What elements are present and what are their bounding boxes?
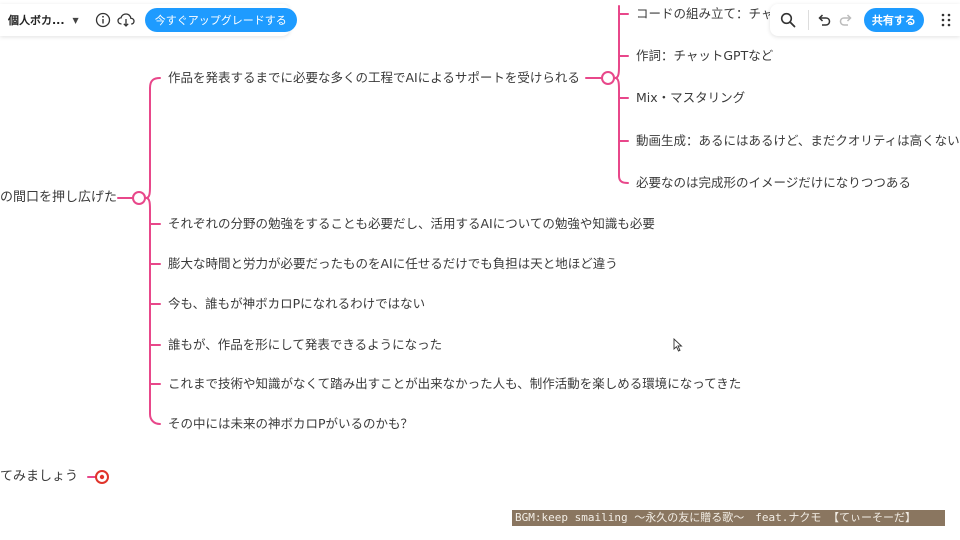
cloud-download-icon[interactable]	[117, 11, 135, 29]
toolbar-right: 共有する	[770, 4, 960, 36]
info-icon[interactable]	[95, 11, 111, 29]
grip-icon[interactable]	[938, 11, 954, 29]
node-branch-ai-support[interactable]: 作品を発表するまでに必要な多くの工程でAIによるサポートを受けられる	[168, 70, 580, 86]
node-sub-item[interactable]: コードの組み立て：チャ	[636, 6, 773, 22]
node-sub-item[interactable]: 作詞：チャットGPTなど	[636, 48, 773, 64]
bgm-credit-caption: BGM:keep smailing ～永久の友に贈る歌～ feat.ナクモ 【て…	[512, 510, 945, 526]
node-sub-item[interactable]: Mix・マスタリング	[636, 90, 745, 106]
upgrade-button[interactable]: 今すぐアップグレードする	[144, 8, 297, 32]
node-point[interactable]: その中には未来の神ボカロPがいるのかも？	[168, 416, 413, 432]
mouse-cursor-icon	[673, 338, 683, 352]
branch-node-ai-support	[601, 71, 615, 85]
share-button[interactable]: 共有する	[864, 8, 924, 32]
toolbar-left: 個人ボカ... ▼ 今すぐアップグレードする	[0, 4, 297, 36]
node-point[interactable]: これまで技術や知識がなくて踏み出すことが出来なかった人も、制作活動を楽しめる環境…	[168, 376, 741, 392]
node-point[interactable]: 誰もが、作品を形にして発表できるようになった	[168, 337, 442, 353]
node-point[interactable]: それぞれの分野の勉強をすることも必要だし、活用するAIについての勉強や知識も必要	[168, 216, 655, 232]
redo-icon[interactable]	[838, 11, 854, 29]
branch-node-root	[132, 191, 146, 205]
undo-icon[interactable]	[815, 11, 831, 29]
node-sub-item[interactable]: 動画生成：あるにはあるけど、まだクオリティは高くない	[636, 133, 960, 149]
toolbar-divider	[808, 10, 810, 30]
node-point[interactable]: 膨大な時間と労力が必要だったものをAIに任せるだけでも負担は天と地ほど違う	[168, 256, 618, 272]
search-icon[interactable]	[780, 11, 796, 29]
node-point[interactable]: 今も、誰もが神ボカロPになれるわけではない	[168, 296, 425, 312]
node-sibling-fragment[interactable]: てみましょう	[0, 469, 78, 485]
document-title[interactable]: 個人ボカ...	[8, 12, 65, 28]
chevron-down-icon[interactable]: ▼	[73, 16, 79, 25]
node-sub-item[interactable]: 必要なのは完成形のイメージだけになりつつある	[636, 175, 911, 191]
node-parent-fragment[interactable]: の間口を押し広げた	[0, 190, 117, 206]
